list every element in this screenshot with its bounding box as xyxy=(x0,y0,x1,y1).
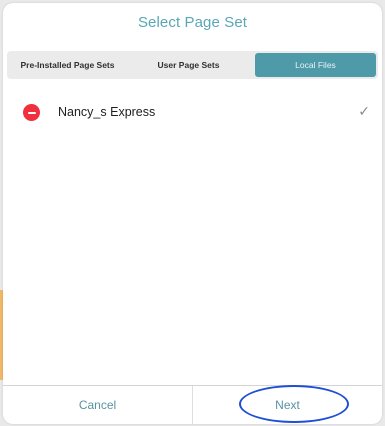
list-item-label: Nancy_s Express xyxy=(58,105,156,119)
minus-glyph xyxy=(27,111,36,114)
select-page-set-dialog: Select Page Set Pre-Installed Page Sets … xyxy=(3,3,382,424)
list-item[interactable]: Nancy_s Express ✓ xyxy=(3,93,382,133)
dialog-title: Select Page Set xyxy=(137,14,248,31)
segment-pre-installed-page-sets[interactable]: Pre-Installed Page Sets xyxy=(7,51,128,79)
dialog-footer: Cancel Next xyxy=(3,385,382,424)
delete-icon[interactable] xyxy=(23,104,40,121)
page-set-source-segmented-control: Pre-Installed Page Sets User Page Sets L… xyxy=(7,51,378,79)
next-button[interactable]: Next xyxy=(193,386,382,424)
checkmark-icon: ✓ xyxy=(358,103,370,119)
cancel-button[interactable]: Cancel xyxy=(3,386,192,424)
segment-local-files[interactable]: Local Files xyxy=(255,53,376,77)
segment-user-page-sets[interactable]: User Page Sets xyxy=(128,51,249,79)
